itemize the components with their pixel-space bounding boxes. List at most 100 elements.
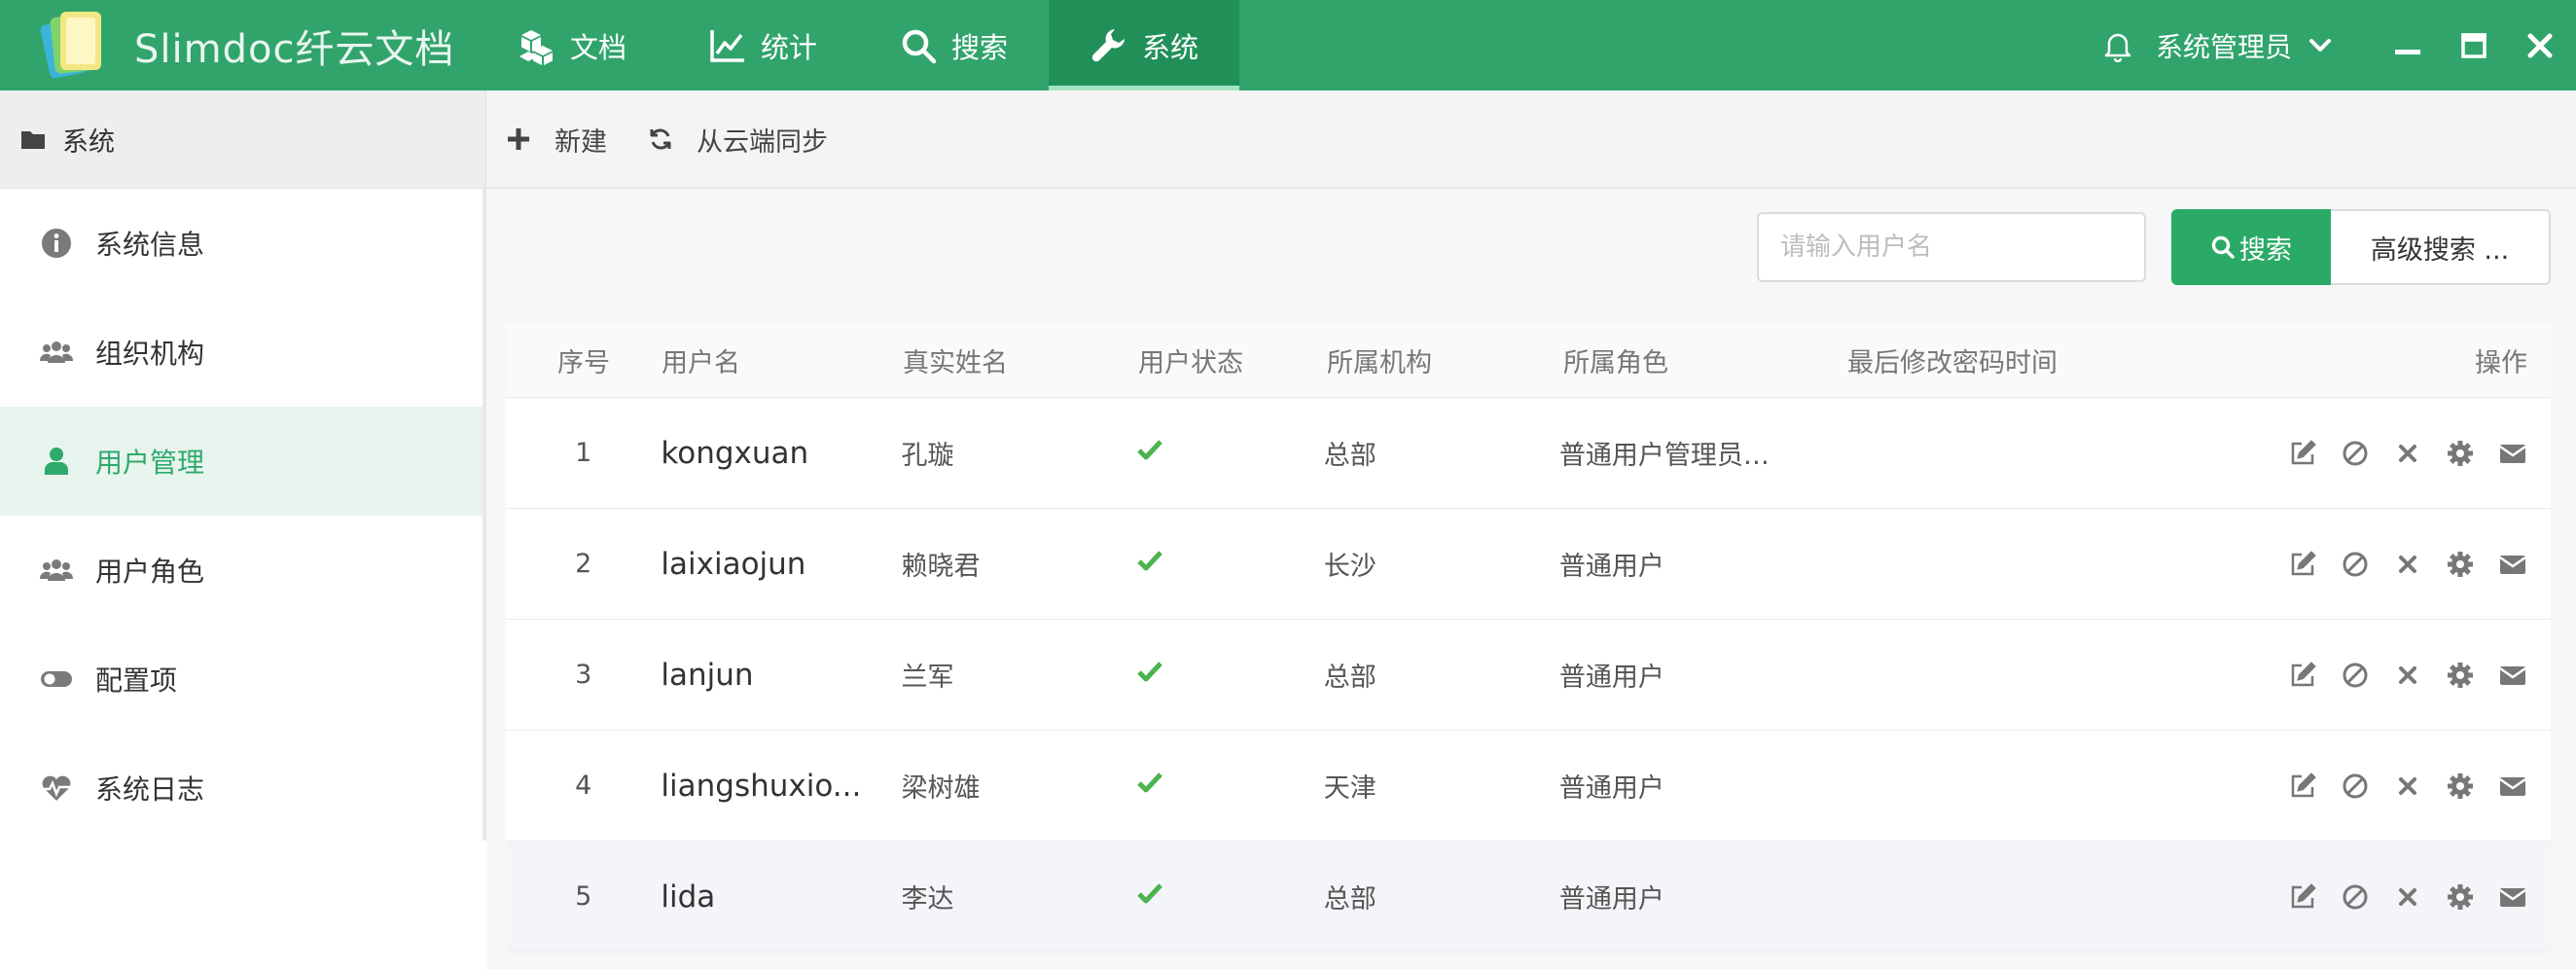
new-button[interactable]: 新建 xyxy=(506,121,607,159)
mail-icon[interactable] xyxy=(2498,882,2527,912)
cell-username: lanjun xyxy=(661,657,754,693)
check-icon xyxy=(1136,551,1163,571)
delete-icon[interactable] xyxy=(2393,550,2422,579)
table-row[interactable]: 2 laixiaojun 赖晓君 长沙 普通用户 xyxy=(506,509,2551,620)
chevron-down-icon[interactable] xyxy=(2306,31,2335,60)
settings-icon[interactable] xyxy=(2446,550,2475,579)
mail-icon[interactable] xyxy=(2498,772,2527,801)
sidebar-item-system-log[interactable]: 系统日志 xyxy=(0,734,483,843)
col-header-status[interactable]: 用户状态 xyxy=(1138,341,1327,379)
maximize-icon[interactable] xyxy=(2457,29,2490,62)
delete-icon[interactable] xyxy=(2393,661,2422,690)
table-row[interactable]: 3 lanjun 兰军 总部 普通用户 xyxy=(506,620,2551,731)
nav-label-docs: 文档 xyxy=(570,30,627,64)
sidebar-item-user-roles[interactable]: 用户角色 xyxy=(0,516,483,625)
col-header-realname[interactable]: 真实姓名 xyxy=(903,341,1138,379)
users-group-icon xyxy=(39,559,74,581)
cell-role: 普通用户管理员… xyxy=(1558,441,1770,471)
check-icon xyxy=(1136,883,1163,904)
nav-item-docs[interactable]: 文档 xyxy=(477,0,667,90)
cell-realname: 兰军 xyxy=(901,663,954,693)
cell-actions xyxy=(2288,772,2551,801)
cell-status xyxy=(1136,879,1324,914)
cell-role: 普通用户 xyxy=(1558,773,1664,804)
col-header-role[interactable]: 所属角色 xyxy=(1563,341,1847,379)
sidebar-item-system-info[interactable]: 系统信息 xyxy=(0,189,483,298)
settings-icon[interactable] xyxy=(2446,772,2475,801)
edit-icon[interactable] xyxy=(2288,550,2317,579)
sidebar: 系统 系统信息 组织机构 用户管理 用户角色 配置项 系统日志 xyxy=(0,90,486,969)
cell-username: kongxuan xyxy=(661,435,809,471)
table-row[interactable]: 5 lida 李达 总部 普通用户 xyxy=(506,842,2551,952)
ban-icon[interactable] xyxy=(2341,661,2370,690)
sidebar-item-organization[interactable]: 组织机构 xyxy=(0,298,483,407)
col-header-username[interactable]: 用户名 xyxy=(662,341,903,379)
sidebar-header-label: 系统 xyxy=(62,126,115,158)
table-row[interactable]: 4 liangshuxio... 梁树雄 天津 普通用户 xyxy=(506,731,2551,842)
mail-icon[interactable] xyxy=(2498,550,2527,579)
advanced-search-button[interactable]: 高级搜索 ... xyxy=(2331,209,2551,285)
nav-item-stats[interactable]: 统计 xyxy=(667,0,858,90)
username-search-input[interactable] xyxy=(1757,212,2146,282)
cell-realname: 赖晓君 xyxy=(901,552,981,582)
bell-icon[interactable] xyxy=(2101,29,2134,62)
delete-icon[interactable] xyxy=(2393,439,2422,468)
sidebar-item-user-management[interactable]: 用户管理 xyxy=(0,407,483,516)
check-icon xyxy=(1136,772,1163,793)
search-icon xyxy=(2211,235,2235,259)
edit-icon[interactable] xyxy=(2288,661,2317,690)
cell-role: 普通用户 xyxy=(1558,552,1664,582)
ban-icon[interactable] xyxy=(2341,882,2370,912)
ban-icon[interactable] xyxy=(2341,439,2370,468)
edit-icon[interactable] xyxy=(2288,882,2317,912)
delete-icon[interactable] xyxy=(2393,772,2422,801)
user-icon xyxy=(45,448,68,475)
col-header-no[interactable]: 序号 xyxy=(506,341,662,379)
edit-icon[interactable] xyxy=(2288,772,2317,801)
cell-no: 2 xyxy=(575,549,592,579)
table-row[interactable]: 1 kongxuan 孔璇 总部 普通用户管理员… xyxy=(506,398,2551,509)
cell-username: lida xyxy=(661,879,716,915)
search-button[interactable]: 搜索 xyxy=(2171,209,2331,285)
sidebar-item-label: 系统日志 xyxy=(95,773,205,806)
cell-actions xyxy=(2288,661,2551,690)
wrench-icon xyxy=(1091,28,1126,61)
edit-icon[interactable] xyxy=(2288,439,2317,468)
settings-icon[interactable] xyxy=(2446,882,2475,912)
user-menu[interactable]: 系统管理员 xyxy=(2156,26,2292,65)
sidebar-item-label: 用户角色 xyxy=(95,556,205,588)
ban-icon[interactable] xyxy=(2341,772,2370,801)
sync-cloud-button[interactable]: 从云端同步 xyxy=(648,121,828,159)
toggle-icon xyxy=(41,671,72,687)
sidebar-item-label: 用户管理 xyxy=(95,447,205,479)
nav-item-search[interactable]: 搜索 xyxy=(858,0,1049,90)
nav-item-system[interactable]: 系统 xyxy=(1049,0,1240,90)
settings-icon[interactable] xyxy=(2446,439,2475,468)
heartbeat-icon xyxy=(41,775,72,801)
brand[interactable]: Slimdoc纤云文档 xyxy=(0,0,477,90)
col-header-org[interactable]: 所属机构 xyxy=(1327,341,1563,379)
sidebar-item-label: 组织机构 xyxy=(95,338,205,370)
cell-org: 总部 xyxy=(1323,441,1377,471)
cell-status xyxy=(1136,547,1324,581)
ban-icon[interactable] xyxy=(2341,550,2370,579)
mail-icon[interactable] xyxy=(2498,661,2527,690)
line-chart-icon xyxy=(710,29,745,62)
cell-username: liangshuxio... xyxy=(661,768,862,804)
close-icon[interactable] xyxy=(2523,29,2557,62)
new-button-label: 新建 xyxy=(555,126,607,158)
top-right-controls: 系统管理员 xyxy=(2101,0,2576,90)
col-header-pwd-time[interactable]: 最后修改密码时间 xyxy=(1847,341,2295,379)
sidebar-item-config[interactable]: 配置项 xyxy=(0,625,483,734)
cell-no: 3 xyxy=(575,660,592,690)
cell-no: 4 xyxy=(575,771,592,801)
delete-icon[interactable] xyxy=(2393,882,2422,912)
table-header: 序号 用户名 真实姓名 用户状态 所属机构 所属角色 最后修改密码时间 操作 xyxy=(506,324,2551,398)
settings-icon[interactable] xyxy=(2446,661,2475,690)
cell-org: 天津 xyxy=(1323,773,1377,804)
folder-icon xyxy=(21,131,45,149)
cubes-icon xyxy=(519,29,553,65)
mail-icon[interactable] xyxy=(2498,439,2527,468)
cell-status xyxy=(1136,436,1324,470)
minimize-icon[interactable] xyxy=(2391,29,2424,62)
